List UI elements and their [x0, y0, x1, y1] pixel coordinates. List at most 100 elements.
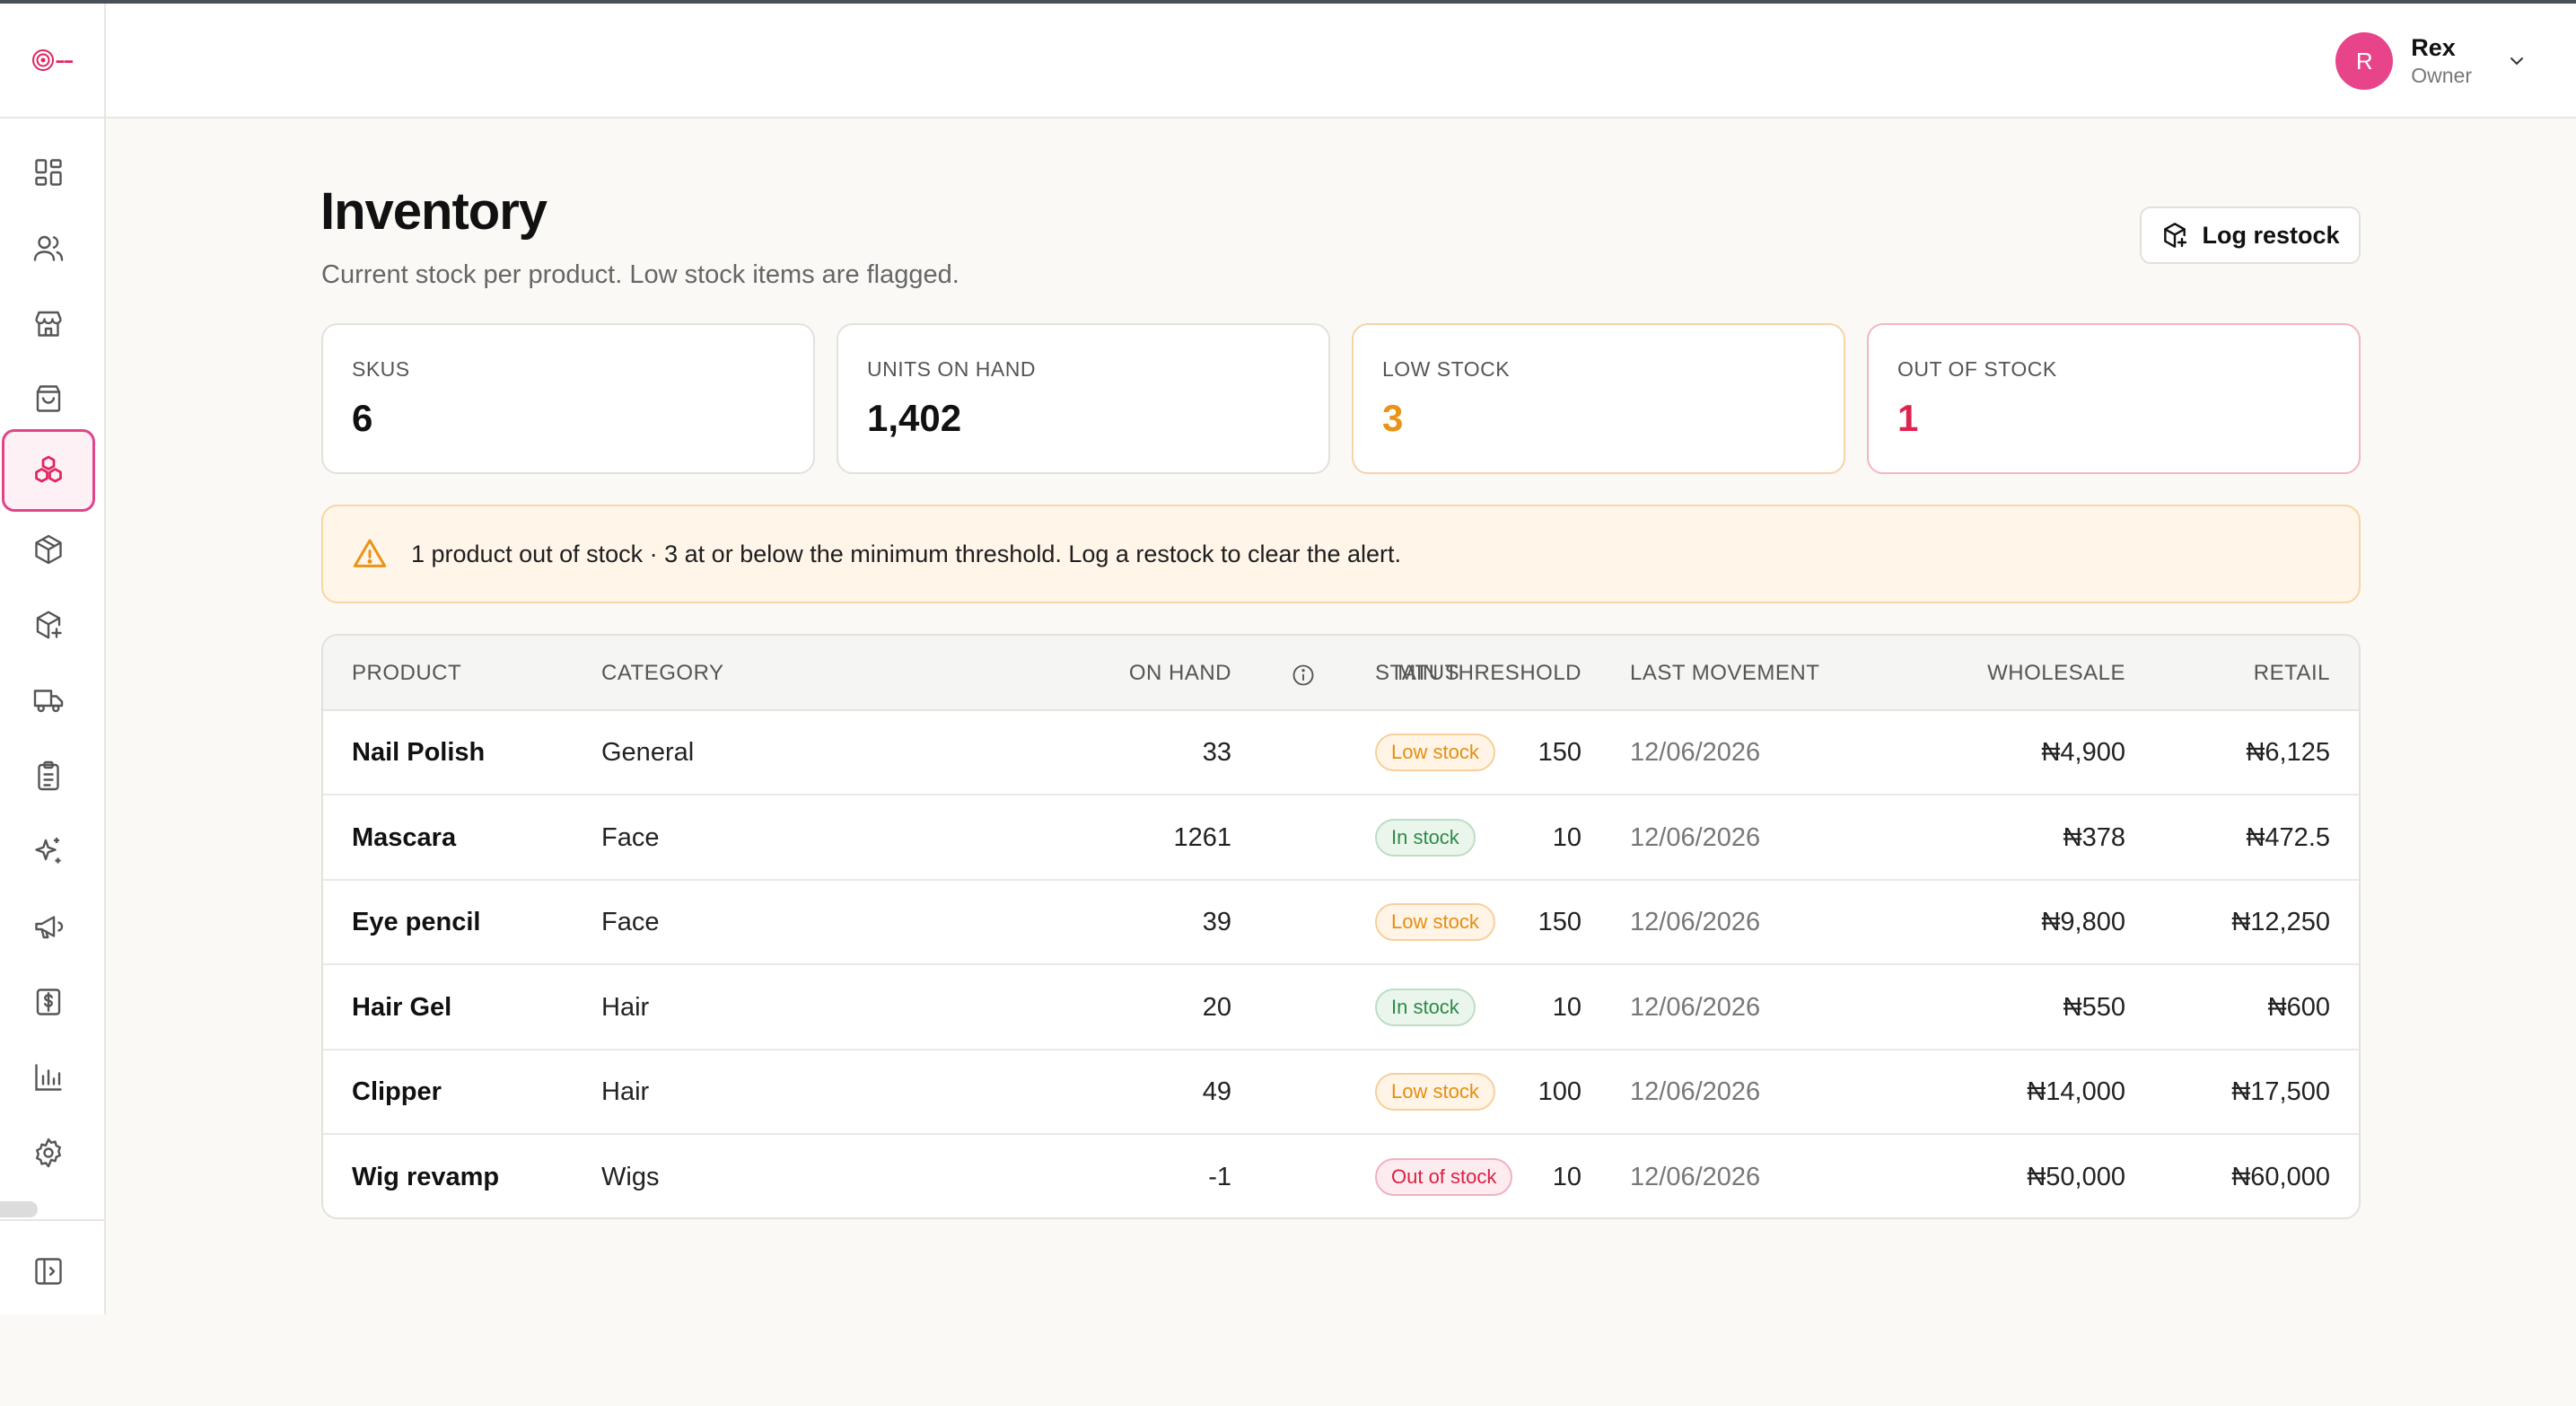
add-product-nav[interactable] [0, 584, 97, 666]
cell-retail: ₦472.5 [2246, 822, 2330, 852]
cell-wholesale: ₦378 [2063, 822, 2125, 852]
cell-on-hand: 33 [1202, 738, 1231, 767]
brand-logo: ▬▬ [31, 48, 74, 72]
cell-product: Eye pencil [352, 908, 481, 936]
cell-last-movement: 12/06/2026 [1630, 822, 1761, 852]
cell-wholesale: ₦550 [2063, 992, 2125, 1022]
cell-product: Hair Gel [352, 992, 452, 1022]
cell-on-hand: 20 [1202, 992, 1231, 1022]
stat-value: 3 [1382, 397, 1404, 439]
cell-on-hand: 49 [1202, 1077, 1231, 1106]
table-row[interactable]: Hair Gel Hair 20 10 In stock 12/06/2026 ₦550 ₦6… [323, 966, 2359, 1050]
inventory-table: PRODUCT CATEGORY ON HAND MIN THRESHOLD S… [321, 634, 2361, 1219]
stat-label: LOW STOCK [1382, 357, 1511, 381]
sidebar-scrollbar[interactable] [0, 1201, 38, 1217]
cell-last-movement: 12/06/2026 [1630, 738, 1761, 767]
table-row[interactable]: Nail Polish General 33 150 Low stock 12/06/20… [323, 711, 2359, 795]
cell-wholesale: ₦9,800 [2041, 908, 2125, 936]
megaphone-icon [35, 916, 64, 939]
cell-wholesale: ₦14,000 [2027, 1077, 2125, 1106]
cell-product: Clipper [352, 1077, 442, 1106]
user-menu[interactable]: R Rex Owner [2335, 27, 2528, 95]
deliveries-nav[interactable] [0, 659, 97, 742]
stat-label: UNITS ON HAND [867, 357, 1036, 381]
dashboard-nav[interactable] [0, 131, 97, 214]
info-icon[interactable] [1291, 663, 1316, 688]
table-header: PRODUCT CATEGORY ON HAND MIN THRESHOLD S… [323, 636, 2359, 711]
log-restock-button[interactable]: Log restock [2140, 207, 2361, 264]
table-row[interactable]: Eye pencil Face 39 150 Low stock 12/06/2026 ₦9… [323, 881, 2359, 965]
cell-on-hand: 1261 [1173, 822, 1231, 852]
column-header-wholesale[interactable]: WHOLESALE [1987, 661, 2125, 686]
avatar: R [2335, 32, 2394, 90]
status-badge: Low stock [1375, 734, 1495, 771]
column-header-status[interactable]: STATUS [1375, 661, 1459, 686]
cell-product: Nail Polish [352, 738, 486, 767]
user-role: Owner [2411, 64, 2472, 87]
cell-last-movement: 12/06/2026 [1630, 992, 1761, 1022]
cell-retail: ₦12,250 [2231, 908, 2330, 936]
user-name: Rex [2411, 34, 2456, 61]
column-header-product[interactable]: PRODUCT [352, 661, 461, 686]
table-row[interactable]: Mascara Face 1261 10 In stock 12/06/2026 ₦378 ₦… [323, 796, 2359, 881]
package-icon [35, 534, 62, 565]
table-row[interactable]: Clipper Hair 49 100 Low stock 12/06/2026 ₦14,0… [323, 1050, 2359, 1135]
cell-retail: ₦600 [2267, 992, 2330, 1022]
page-subtitle: Current stock per product. Low stock ite… [321, 260, 959, 289]
users-icon [33, 235, 64, 261]
cell-min-threshold: 10 [1552, 1162, 1582, 1191]
logo-wordmark: ▬▬ [56, 56, 74, 65]
warning-icon [353, 539, 387, 567]
column-header-retail[interactable]: RETAIL [2254, 661, 2330, 686]
stat-value: 1 [1897, 397, 1919, 439]
tasks-nav[interactable] [0, 734, 97, 817]
column-header-category[interactable]: CATEGORY [601, 661, 723, 686]
settings-nav[interactable] [0, 1112, 97, 1194]
inventory-icon [35, 455, 62, 483]
user-info: Rex Owner [2411, 34, 2472, 88]
dashboard-icon [35, 159, 62, 186]
status-badge: Out of stock [1375, 1157, 1513, 1196]
finance-nav[interactable] [0, 961, 97, 1043]
stat-card-units: UNITS ON HAND 1,402 [837, 323, 1330, 474]
logo-area[interactable]: ▬▬ [0, 4, 104, 119]
page-title: Inventory [320, 182, 548, 241]
stat-card-skus: SKUS 6 [321, 323, 815, 474]
marketing-nav[interactable] [0, 885, 97, 968]
status-badge: Low stock [1375, 1073, 1495, 1111]
products-nav[interactable] [0, 508, 97, 591]
column-header-on-hand[interactable]: ON HAND [1129, 661, 1231, 686]
stat-card-low-stock: LOW STOCK 3 [1352, 323, 1845, 474]
table-row[interactable]: Wig revamp Wigs -1 10 Out of stock 12/06/2026… [323, 1136, 2359, 1218]
chevron-down-icon [2510, 57, 2523, 66]
cell-min-threshold: 100 [1538, 1077, 1582, 1106]
truck-icon [33, 690, 64, 713]
orders-nav[interactable] [0, 357, 97, 440]
clipboard-icon [38, 760, 59, 791]
reports-nav[interactable] [0, 1036, 97, 1119]
customers-nav[interactable] [0, 207, 97, 289]
cell-product: Mascara [352, 822, 457, 852]
settings-icon [36, 1138, 61, 1168]
stat-card-out-of-stock: OUT OF STOCK 1 [1867, 323, 2361, 474]
logo-mark-icon [31, 49, 54, 71]
cell-min-threshold: 10 [1552, 822, 1582, 852]
collapse-sidebar-button[interactable] [0, 1230, 97, 1313]
status-badge: In stock [1375, 988, 1476, 1026]
stat-value: 1,402 [867, 397, 962, 439]
cell-last-movement: 12/06/2026 [1630, 1077, 1761, 1106]
inventory-nav[interactable] [2, 429, 95, 512]
cell-min-threshold: 10 [1552, 992, 1582, 1022]
status-badge: Low stock [1375, 903, 1495, 941]
cell-last-movement: 12/06/2026 [1630, 908, 1761, 936]
stores-nav[interactable] [0, 282, 97, 365]
cell-retail: ₦6,125 [2246, 738, 2330, 767]
ai-nav[interactable] [0, 810, 97, 892]
alert-text: 1 product out of stock · 3 at or below t… [411, 540, 1402, 567]
status-badge: In stock [1375, 818, 1476, 857]
stat-label: SKUS [352, 357, 410, 381]
sidebar: ▬▬ [0, 4, 106, 1314]
cell-last-movement: 12/06/2026 [1630, 1162, 1761, 1191]
cell-category: Face [601, 822, 660, 852]
column-header-last-movement[interactable]: LAST MOVEMENT [1630, 661, 1819, 686]
